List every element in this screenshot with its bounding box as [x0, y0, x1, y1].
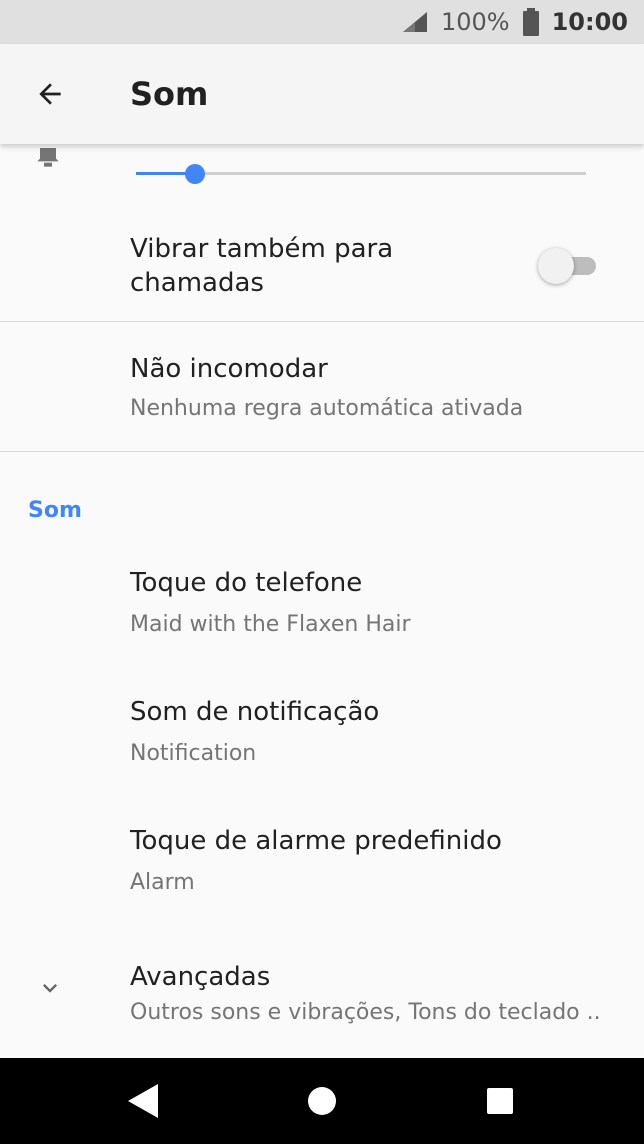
notification-sound-item[interactable]: Som de notificação Notification: [0, 679, 644, 807]
item-title: Toque de alarme predefinido: [130, 826, 502, 856]
nav-recents-icon: [487, 1088, 513, 1114]
vibrate-label: Vibrar também para chamadas: [130, 234, 394, 298]
arrow-back-icon: [39, 83, 61, 105]
item-title: Som de notificação: [130, 697, 380, 727]
vibrate-for-calls-row[interactable]: Vibrar também para chamadas: [0, 214, 644, 322]
toggle-thumb: [538, 248, 574, 284]
nav-back-button[interactable]: [121, 1079, 165, 1123]
advanced-item[interactable]: Avançadas Outros sons e vibrações, Tons …: [0, 944, 644, 1044]
settings-list[interactable]: Vibrar também para chamadas Não incomoda…: [0, 144, 644, 1058]
divider: [0, 451, 644, 452]
battery-icon: [522, 8, 540, 36]
nav-back-icon: [128, 1084, 158, 1118]
navigation-bar: [0, 1058, 644, 1144]
do-not-disturb-item[interactable]: Não incomodar Nenhuma regra automática a…: [0, 322, 644, 450]
item-summary: Notification: [130, 741, 257, 766]
alarm-sound-item[interactable]: Toque de alarme predefinido Alarm: [0, 808, 644, 936]
slider-thumb[interactable]: [185, 164, 205, 184]
page-title: Som: [130, 75, 209, 113]
status-bar: 100% 10:00: [0, 0, 644, 44]
item-summary: Nenhuma regra automática ativada: [130, 396, 524, 421]
back-button[interactable]: [14, 58, 86, 130]
app-bar: Som: [0, 44, 644, 144]
nav-home-button[interactable]: [300, 1079, 344, 1123]
chevron-down-icon: [43, 984, 57, 993]
item-title: Avançadas: [130, 962, 271, 992]
item-summary: Maid with the Flaxen Hair: [130, 612, 411, 637]
vibrate-toggle[interactable]: [538, 248, 596, 284]
phone-ringtone-item[interactable]: Toque do telefone Maid with the Flaxen H…: [0, 550, 644, 678]
cell-signal-icon: [401, 10, 429, 34]
item-summary: Alarm: [130, 870, 195, 895]
item-title: Toque do telefone: [130, 568, 363, 598]
nav-home-icon: [308, 1087, 336, 1115]
item-summary: Outros sons e vibrações, Tons do teclado…: [130, 1000, 601, 1025]
bell-icon: [37, 148, 59, 167]
section-header-som: Som: [28, 498, 82, 523]
nav-recents-button[interactable]: [478, 1079, 522, 1123]
item-title: Não incomodar: [130, 354, 328, 384]
clock: 10:00: [551, 8, 628, 36]
battery-percent: 100%: [440, 8, 510, 36]
ring-volume-slider[interactable]: [136, 164, 586, 184]
